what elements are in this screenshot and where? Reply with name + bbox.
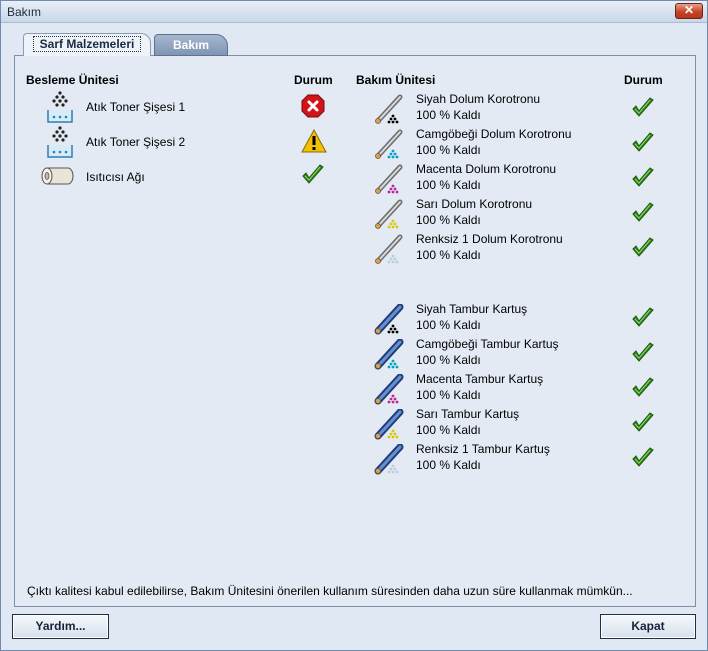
unit-name: Macenta Dolum Korotronu	[416, 162, 557, 176]
feed-status-header: Durum	[294, 73, 333, 87]
unit-remaining: 100 % Kaldı	[416, 318, 481, 332]
drum-cartridge-icon	[373, 373, 407, 409]
drum-cartridge-icon	[373, 303, 407, 339]
ok-check-icon	[631, 447, 655, 472]
ok-check-icon	[631, 412, 655, 437]
tab-maintenance-label: Bakım	[172, 38, 210, 52]
warning-status-icon	[301, 128, 327, 156]
unit-name: Macenta Tambur Kartuş	[416, 372, 544, 386]
close-button[interactable]: Kapat	[600, 614, 696, 639]
tab-maintenance[interactable]: Bakım	[154, 34, 228, 56]
feed-item-label: Isıtıcısı Ağı	[86, 170, 145, 184]
fuser-web-icon	[40, 165, 76, 190]
window-close-button[interactable]: ✕	[675, 3, 703, 19]
unit-remaining: 100 % Kaldı	[416, 388, 481, 402]
feed-unit-header: Besleme Ünitesi	[26, 73, 119, 87]
footnote-text: Çıktı kalitesi kabul edilebilirse, Bakım…	[27, 584, 633, 598]
unit-name: Renksiz 1 Dolum Korotronu	[416, 232, 563, 246]
unit-name: Camgöbeği Dolum Korotronu	[416, 127, 572, 141]
drum-cartridge-icon	[373, 443, 407, 479]
unit-remaining: 100 % Kaldı	[416, 458, 481, 472]
ok-check-icon	[631, 377, 655, 402]
unit-remaining: 100 % Kaldı	[416, 143, 481, 157]
title-bar: Bakım ✕	[1, 1, 707, 23]
feed-item-label: Atık Toner Şişesi 2	[86, 135, 186, 149]
maintenance-window: Bakım ✕ Sarf Malzemeleri Bakım Besleme Ü…	[0, 0, 708, 651]
unit-name: Camgöbeği Tambur Kartuş	[416, 337, 559, 351]
ok-check-icon	[301, 164, 325, 189]
unit-name: Siyah Dolum Korotronu	[416, 92, 541, 106]
unit-name: Renksiz 1 Tambur Kartuş	[416, 442, 550, 456]
waste-toner-bottle-icon	[45, 125, 75, 162]
close-icon: ✕	[683, 3, 695, 17]
unit-remaining: 100 % Kaldı	[416, 353, 481, 367]
charge-corotron-icon	[373, 164, 407, 199]
window-title: Bakım	[7, 5, 42, 19]
tab-consumables-label: Sarf Malzemeleri	[32, 36, 142, 52]
drum-cartridge-icon	[373, 408, 407, 444]
charge-corotron-icon	[373, 234, 407, 269]
charge-corotron-icon	[373, 129, 407, 164]
ok-check-icon	[631, 167, 655, 192]
ok-check-icon	[631, 237, 655, 262]
ok-check-icon	[631, 342, 655, 367]
maintenance-unit-header: Bakım Ünitesi	[356, 73, 436, 87]
help-button[interactable]: Yardım...	[12, 614, 109, 639]
ok-check-icon	[631, 97, 655, 122]
waste-toner-bottle-icon	[45, 90, 75, 127]
unit-remaining: 100 % Kaldı	[416, 213, 481, 227]
unit-name: Sarı Tambur Kartuş	[416, 407, 520, 421]
error-status-icon	[301, 94, 325, 121]
ok-check-icon	[631, 132, 655, 157]
unit-remaining: 100 % Kaldı	[416, 423, 481, 437]
drum-cartridge-icon	[373, 338, 407, 374]
unit-remaining: 100 % Kaldı	[416, 108, 481, 122]
ok-check-icon	[631, 202, 655, 227]
unit-remaining: 100 % Kaldı	[416, 178, 481, 192]
unit-name: Siyah Tambur Kartuş	[416, 302, 528, 316]
unit-name: Sarı Dolum Korotronu	[416, 197, 533, 211]
feed-item-label: Atık Toner Şişesi 1	[86, 100, 186, 114]
consumables-panel: Besleme Ünitesi Durum Bakım Ünitesi Duru…	[14, 55, 696, 607]
ok-check-icon	[631, 307, 655, 332]
charge-corotron-icon	[373, 199, 407, 234]
unit-remaining: 100 % Kaldı	[416, 248, 481, 262]
maintenance-status-header: Durum	[624, 73, 663, 87]
charge-corotron-icon	[373, 94, 407, 129]
tab-consumables[interactable]: Sarf Malzemeleri	[23, 33, 151, 56]
